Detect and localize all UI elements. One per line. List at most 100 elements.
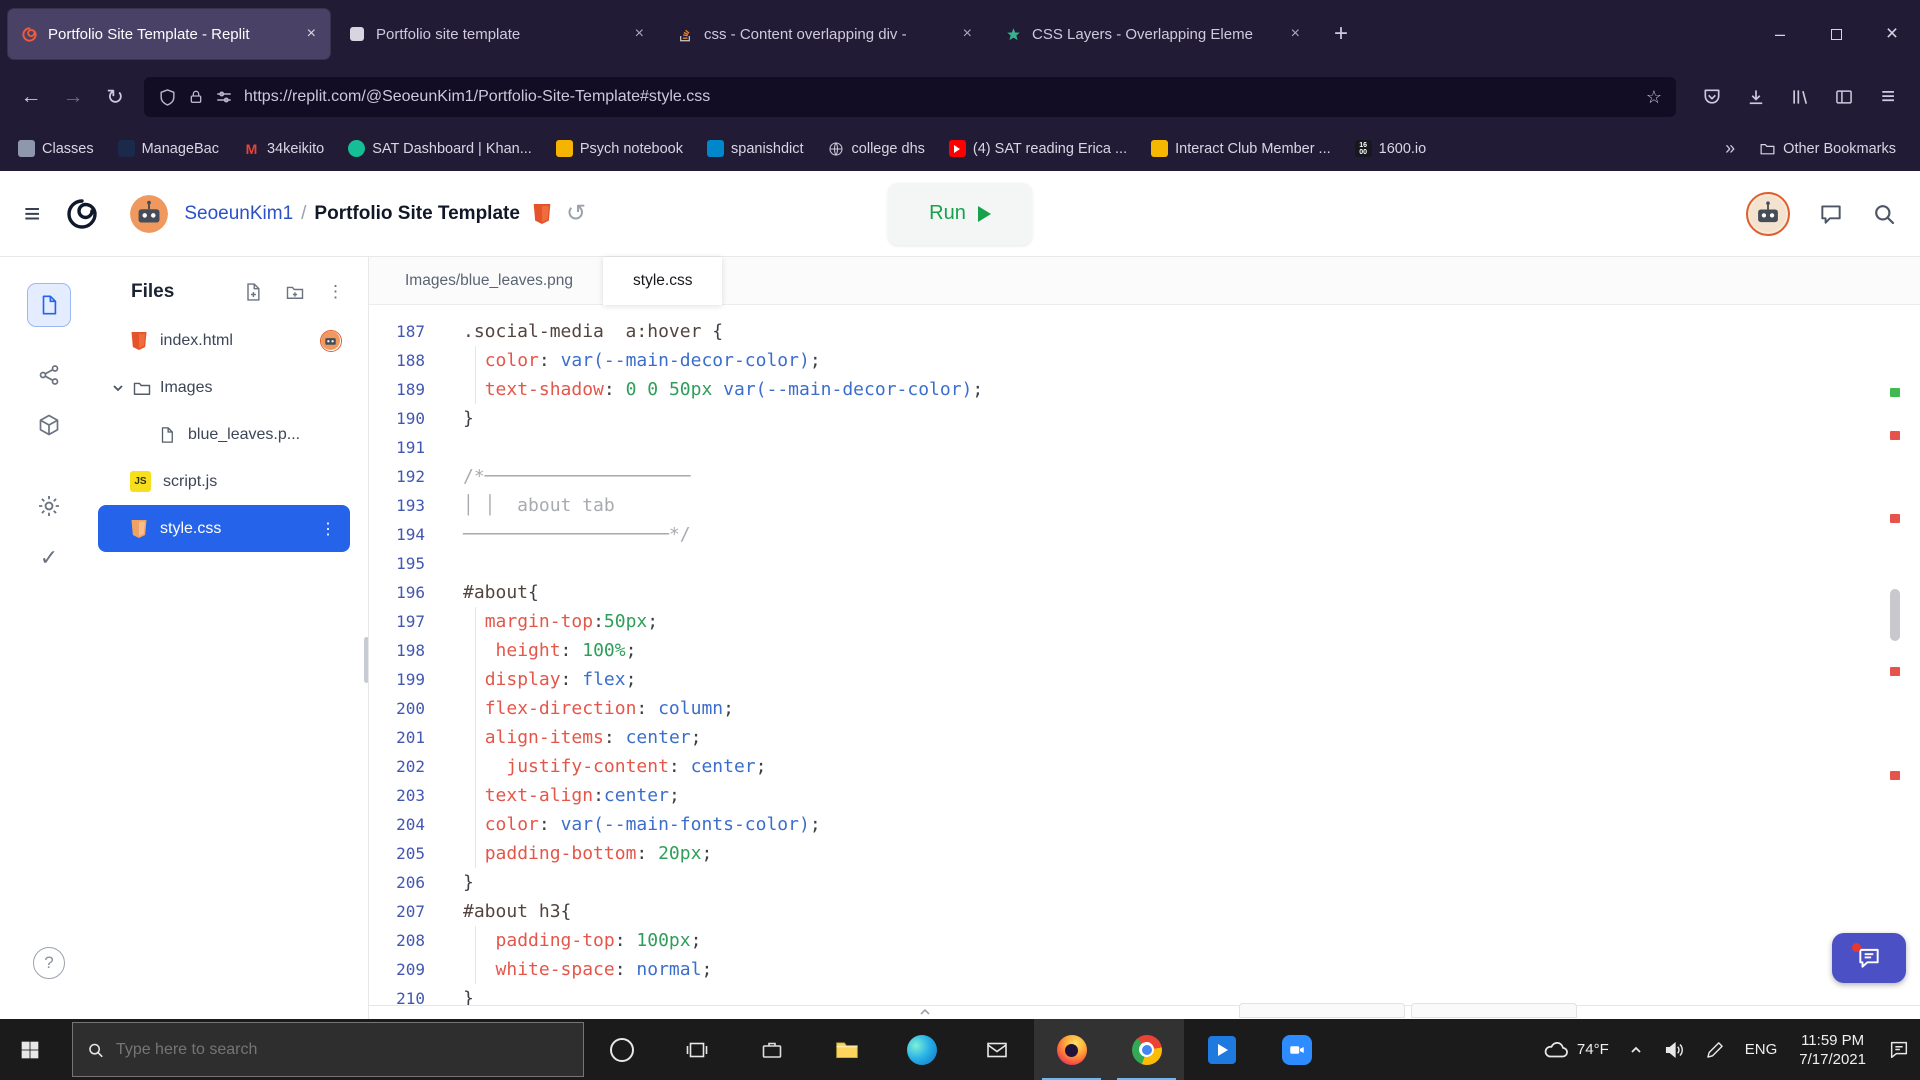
bookmark-sat-dashboard[interactable]: SAT Dashboard | Khan... <box>348 140 532 157</box>
permissions-icon[interactable] <box>215 88 233 106</box>
search-icon[interactable] <box>1872 202 1896 226</box>
code-line[interactable]: 197 margin-top:50px; <box>369 607 1920 636</box>
add-folder-icon[interactable] <box>285 282 305 302</box>
file-row-blue-leaves[interactable]: blue_leaves.p... <box>98 411 368 458</box>
code-line[interactable]: 208 padding-top: 100px; <box>369 926 1920 955</box>
code-line[interactable]: 200 flex-direction: column; <box>369 694 1920 723</box>
rail-share-item[interactable] <box>37 363 61 387</box>
code-line[interactable]: 187 .social-media a:hover { <box>369 317 1920 346</box>
action-center-button[interactable] <box>1878 1019 1920 1080</box>
bookmark-classes[interactable]: Classes <box>18 140 94 157</box>
breadcrumb-username[interactable]: SeoeunKim1 <box>184 203 293 225</box>
cortana-button[interactable] <box>584 1019 659 1080</box>
bookmark-college-dhs[interactable]: college dhs <box>828 140 925 157</box>
code-line[interactable]: 203 text-align:center; <box>369 781 1920 810</box>
bookmark-star-icon[interactable]: ☆ <box>1646 87 1662 108</box>
file-menu-icon[interactable]: ⋮ <box>320 519 336 539</box>
code-line[interactable]: 194 ───────────────────*/ <box>369 520 1920 549</box>
folder-row-images[interactable]: Images <box>98 364 368 411</box>
tray-overflow-button[interactable] <box>1619 1019 1653 1080</box>
file-row-script-js[interactable]: JS script.js <box>98 458 368 505</box>
zoom-button[interactable] <box>1259 1019 1334 1080</box>
start-button[interactable] <box>0 1019 60 1080</box>
bottom-panel-tab[interactable] <box>1239 1003 1405 1018</box>
file-row-style-css[interactable]: style.css ⋮ <box>98 505 350 552</box>
rail-packages-item[interactable] <box>37 413 61 437</box>
bookmark-sat-reading[interactable]: (4) SAT reading Erica ... <box>948 140 1127 157</box>
window-close-button[interactable]: × <box>1864 0 1920 68</box>
user-avatar[interactable] <box>130 194 169 233</box>
bottom-panel-tab[interactable] <box>1411 1003 1577 1018</box>
downloads-icon[interactable] <box>1734 78 1778 116</box>
code-line[interactable]: 210} <box>369 984 1920 1005</box>
bookmark-1600io[interactable]: 16 00 1600.io <box>1354 140 1426 157</box>
tab-close-icon[interactable]: × <box>305 25 318 43</box>
firefox-button[interactable] <box>1034 1019 1109 1080</box>
tab-close-icon[interactable]: × <box>1289 25 1302 43</box>
add-file-icon[interactable] <box>243 282 263 302</box>
code-line[interactable]: 199 display: flex; <box>369 665 1920 694</box>
code-line[interactable]: 205 padding-bottom: 20px; <box>369 839 1920 868</box>
taskbar-search[interactable] <box>72 1022 584 1077</box>
library-icon[interactable] <box>1778 78 1822 116</box>
other-bookmarks[interactable]: Other Bookmarks <box>1759 140 1896 157</box>
code-line[interactable]: 201 align-items: center; <box>369 723 1920 752</box>
replit-menu-icon[interactable]: ≡ <box>24 198 40 230</box>
panel-expand-caret-icon[interactable] <box>919 1007 931 1017</box>
browser-tab-portfolio[interactable]: Portfolio site template × <box>336 9 658 59</box>
window-maximize-button[interactable] <box>1808 0 1864 68</box>
pen-button[interactable] <box>1695 1019 1735 1080</box>
feedback-chat-icon[interactable] <box>1818 201 1844 227</box>
code-line[interactable]: 196 #about{ <box>369 578 1920 607</box>
code-line[interactable]: 202 justify-content: center; <box>369 752 1920 781</box>
code-line[interactable]: 192/*─────────────────── <box>369 462 1920 491</box>
edge-button[interactable] <box>884 1019 959 1080</box>
tab-close-icon[interactable]: × <box>961 25 974 43</box>
rail-settings-item[interactable] <box>36 493 62 519</box>
code-editor[interactable]: 187 .social-media a:hover {188 color: var… <box>369 305 1920 1005</box>
url-bar[interactable]: https://replit.com/@SeoeunKim1/Portfolio… <box>144 77 1676 117</box>
pocket-icon[interactable] <box>1690 78 1734 116</box>
task-view-button[interactable] <box>659 1019 734 1080</box>
browser-tab-replit[interactable]: Portfolio Site Template - Replit × <box>8 9 330 59</box>
mail-button[interactable] <box>959 1019 1034 1080</box>
back-button[interactable]: ← <box>10 78 52 116</box>
app-menu-icon[interactable]: ≡ <box>1866 78 1910 116</box>
bookmark-interact-club[interactable]: Interact Club Member ... <box>1151 140 1331 157</box>
breadcrumb-project[interactable]: Portfolio Site Template <box>314 203 520 225</box>
code-line[interactable]: 206} <box>369 868 1920 897</box>
file-row-index-html[interactable]: index.html <box>98 317 368 364</box>
run-button[interactable]: Run <box>888 182 1032 245</box>
clock[interactable]: 11:59 PM 7/17/2021 <box>1787 1019 1878 1080</box>
files-menu-icon[interactable]: ⋮ <box>327 282 344 302</box>
bookmark-34keikito[interactable]: M 34keikito <box>243 140 325 157</box>
file-explorer-button[interactable] <box>809 1019 884 1080</box>
code-line[interactable]: 207 #about h3{ <box>369 897 1920 926</box>
weather-widget[interactable]: 74°F <box>1533 1019 1619 1080</box>
editor-scrollbar-thumb[interactable] <box>1890 589 1900 641</box>
chrome-button[interactable] <box>1109 1019 1184 1080</box>
tracking-shield-icon[interactable] <box>158 88 177 107</box>
tab-close-icon[interactable]: × <box>633 25 646 43</box>
code-line[interactable]: 209 white-space: normal; <box>369 955 1920 984</box>
code-line[interactable]: 204 color: var(--main-fonts-color); <box>369 810 1920 839</box>
history-icon[interactable]: ↺ <box>566 199 586 228</box>
code-line[interactable]: 191 <box>369 433 1920 462</box>
editor-tab-blue-leaves[interactable]: Images/blue_leaves.png <box>375 257 603 305</box>
search-input[interactable] <box>115 1040 569 1059</box>
help-button[interactable]: ? <box>33 947 65 979</box>
code-line[interactable]: 188 color: var(--main-decor-color); <box>369 346 1920 375</box>
bookmark-managebac[interactable]: ManageBac <box>117 140 219 157</box>
account-avatar[interactable] <box>1746 191 1790 236</box>
movies-tv-button[interactable] <box>1184 1019 1259 1080</box>
code-line[interactable]: 198 height: 100%; <box>369 636 1920 665</box>
code-line[interactable]: 190} <box>369 404 1920 433</box>
language-indicator[interactable]: ENG <box>1735 1019 1788 1080</box>
lock-icon[interactable] <box>188 88 204 106</box>
browser-tab-css-layers[interactable]: CSS Layers - Overlapping Eleme × <box>992 9 1314 59</box>
rail-files-item[interactable] <box>27 283 71 327</box>
bookmarks-overflow-chevron[interactable]: » <box>1725 138 1735 159</box>
support-chat-button[interactable] <box>1832 933 1906 983</box>
new-tab-button[interactable]: + <box>1320 20 1362 48</box>
bookmark-psych-notebook[interactable]: Psych notebook <box>555 140 683 157</box>
